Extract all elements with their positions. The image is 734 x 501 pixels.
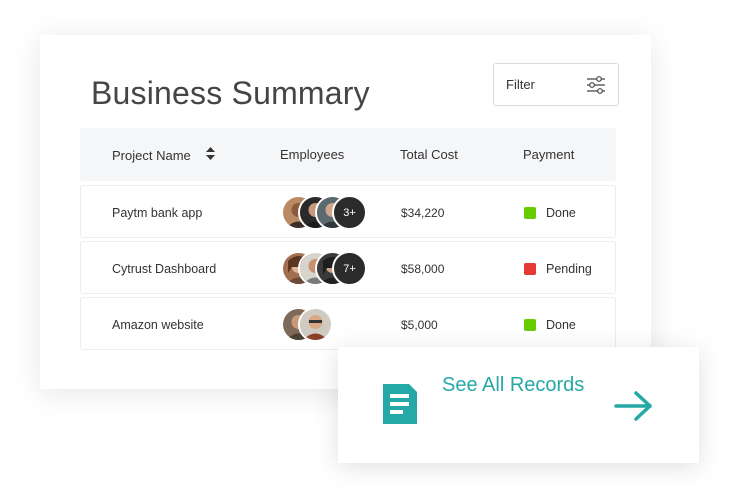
employee-avatars [281, 307, 333, 342]
column-header-employees: Employees [280, 147, 345, 162]
sliders-icon [586, 75, 606, 94]
arrow-right-icon[interactable] [614, 390, 654, 427]
sort-icon[interactable] [205, 147, 215, 163]
status-indicator [524, 207, 536, 219]
table-header: Project Name Employees Total Cost Paymen… [80, 128, 616, 181]
total-cost: $58,000 [401, 262, 445, 276]
avatar [298, 307, 333, 342]
column-header-project[interactable]: Project Name [112, 147, 215, 163]
table-row[interactable]: Cytrust Dashboard 7+ $58,000 Pending [80, 241, 616, 294]
table-row[interactable]: Paytm bank app 3+ $34,220 Done [80, 185, 616, 238]
payment-status: Pending [524, 262, 592, 276]
employee-avatars: 3+ [281, 195, 367, 230]
total-cost: $34,220 [401, 206, 445, 220]
column-header-payment: Payment [523, 147, 575, 162]
status-indicator [524, 263, 536, 275]
see-all-records-link[interactable]: See All Records [442, 374, 584, 397]
payment-status-label: Pending [546, 262, 592, 276]
employee-avatars: 7+ [281, 251, 367, 286]
payment-status: Done [524, 206, 576, 220]
payment-status-label: Done [546, 318, 576, 332]
project-name: Amazon website [112, 318, 204, 332]
payment-status: Done [524, 318, 576, 332]
more-employees-badge[interactable]: 7+ [332, 251, 367, 286]
status-indicator [524, 319, 536, 331]
filter-button[interactable]: Filter [493, 63, 619, 106]
document-icon [383, 384, 417, 429]
filter-label: Filter [506, 77, 535, 92]
project-name: Cytrust Dashboard [112, 262, 217, 276]
business-summary-card: Business Summary Filter Project Name Emp… [40, 35, 651, 389]
payment-status-label: Done [546, 206, 576, 220]
see-all-records-card[interactable]: See All Records [338, 347, 699, 463]
total-cost: $5,000 [401, 318, 438, 332]
page-title: Business Summary [91, 75, 370, 111]
more-employees-badge[interactable]: 3+ [332, 195, 367, 230]
table-row[interactable]: Amazon website $5,000 Done [80, 297, 616, 350]
project-name: Paytm bank app [112, 206, 203, 220]
column-header-project-label: Project Name [112, 147, 191, 163]
column-header-cost: Total Cost [400, 147, 458, 162]
